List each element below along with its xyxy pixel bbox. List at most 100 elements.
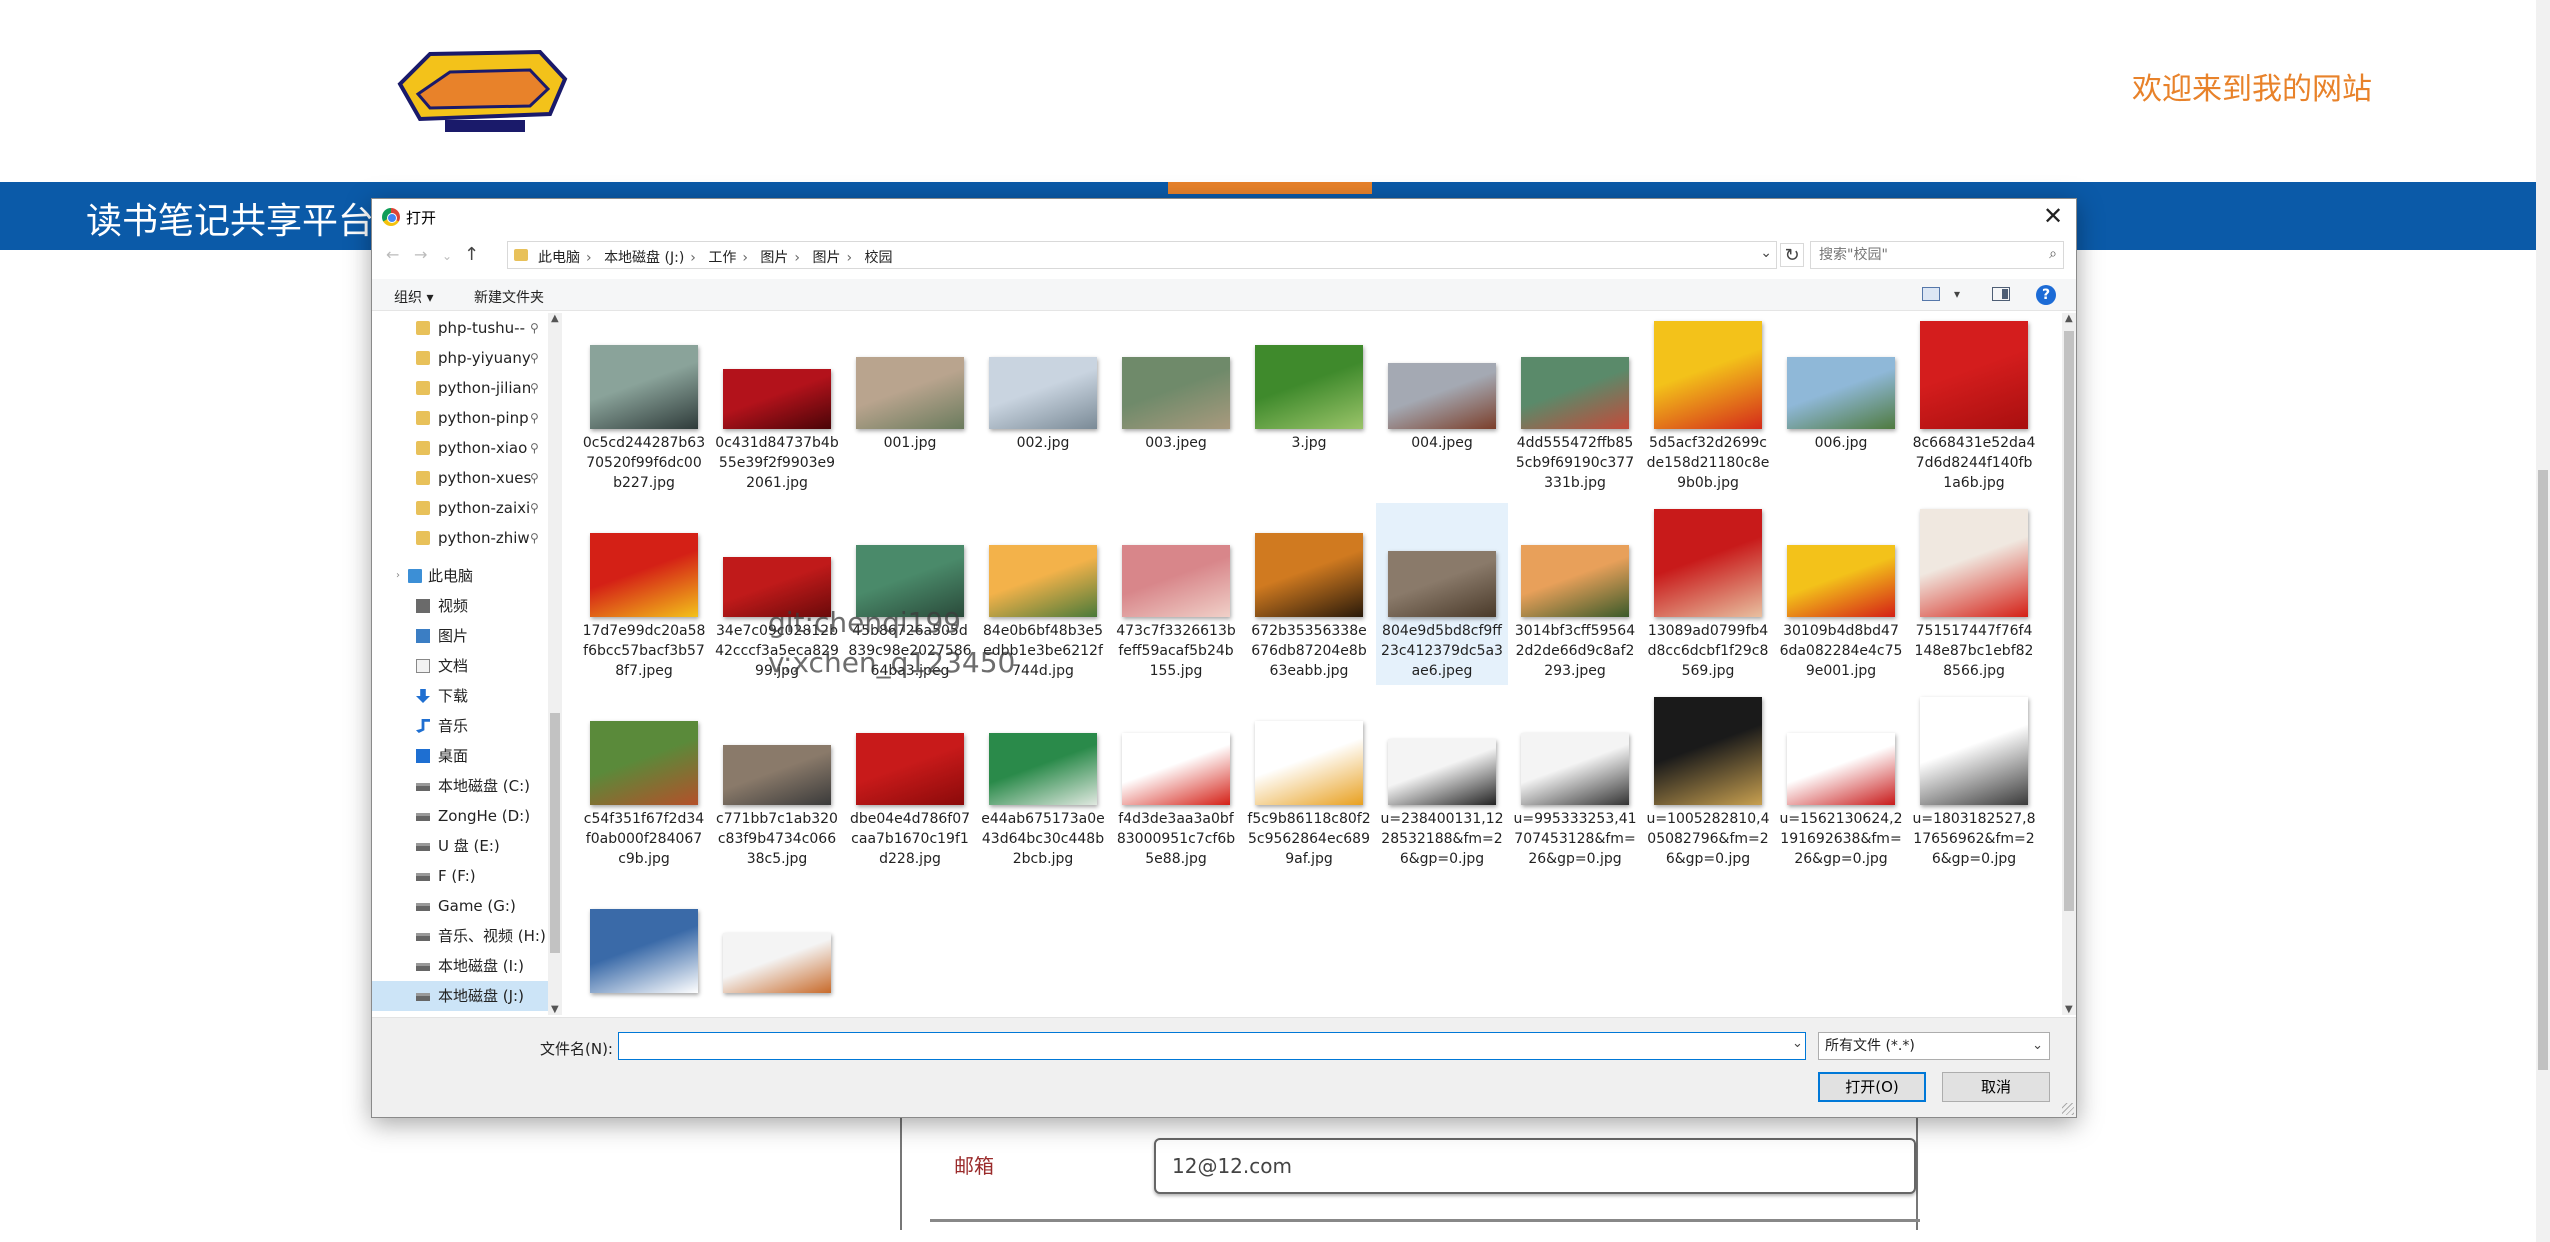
file-item[interactable]: 003.jpeg (1110, 315, 1242, 497)
resize-grip-icon[interactable] (2062, 1103, 2074, 1115)
nav-item[interactable]: ZongHe (D:) (372, 801, 548, 831)
file-item[interactable]: 751517447f76f4148e87bc1ebf828566.jpg (1908, 503, 2040, 685)
chevron-down-icon[interactable]: ⌄ (1760, 245, 1772, 261)
navigation-scroll-thumb[interactable] (550, 713, 560, 953)
file-item[interactable]: e44ab675173a0e43d64bc30c448b2bcb.jpg (977, 691, 1109, 873)
chevron-down-icon[interactable]: ⌄ (2032, 1033, 2043, 1059)
file-item[interactable]: 804e9d5bd8cf9ff23c412379dc5a3ae6.jpeg (1376, 503, 1508, 685)
file-item[interactable]: 473c7f3326613bfeff59acaf5b24b155.jpg (1110, 503, 1242, 685)
search-input[interactable] (1819, 243, 2039, 267)
scroll-down-icon[interactable]: ▼ (2065, 1004, 2073, 1015)
file-item[interactable]: c54f351f67f2d34f0ab000f284067c9b.jpg (578, 691, 710, 873)
page-scroll-thumb[interactable] (2538, 470, 2548, 1070)
scroll-up-icon[interactable]: ▲ (551, 313, 559, 324)
nav-item[interactable]: Game (G:) (372, 891, 548, 921)
file-item[interactable]: 34e7c09c02812b42cccf3a5eca82999.jpg (711, 503, 843, 685)
refresh-icon[interactable]: ↻ (1780, 243, 1804, 267)
nav-item[interactable]: 音乐 (372, 711, 548, 741)
expand-chevron-icon[interactable]: › (396, 561, 400, 591)
nav-item[interactable]: 下载 (372, 681, 548, 711)
forward-arrow-icon[interactable]: → (414, 245, 427, 264)
file-item[interactable]: 30109b4d8bd476da082284e4c759e001.jpg (1775, 503, 1907, 685)
breadcrumb-item[interactable]: 图片 (812, 250, 840, 266)
file-item[interactable]: dbe04e4d786f07caa7b1670c19f1d228.jpg (844, 691, 976, 873)
nav-item[interactable]: python-jilian ⚲ (372, 373, 548, 403)
file-grid-scroll-thumb[interactable] (2064, 331, 2074, 911)
breadcrumb-separator-icon[interactable]: › (846, 250, 852, 266)
nav-item[interactable]: python-xiao ⚲ (372, 433, 548, 463)
file-item[interactable]: 672b35356338e676db87204e8b63eabb.jpg (1243, 503, 1375, 685)
nav-item[interactable]: php-tushu-- ⚲ (372, 313, 548, 343)
file-item[interactable]: 84e0b6bf48b3e5edbb1e3be6212f744d.jpg (977, 503, 1109, 685)
nav-item[interactable]: 本地磁盘 (C:) (372, 771, 548, 801)
file-item[interactable]: u=1005282810,405082796&fm=26&gp=0.jpg (1642, 691, 1774, 873)
breadcrumb-separator-icon[interactable]: › (742, 250, 748, 266)
nav-item[interactable]: python-zaixi ⚲ (372, 493, 548, 523)
nav-item[interactable]: 图片 (372, 621, 548, 651)
breadcrumb-separator-icon[interactable]: › (794, 250, 800, 266)
file-item[interactable]: 002.jpg (977, 315, 1109, 497)
nav-item[interactable]: 文档 (372, 651, 548, 681)
scroll-down-icon[interactable]: ▼ (551, 1004, 559, 1015)
breadcrumb-separator-icon[interactable]: › (586, 250, 592, 266)
file-item[interactable]: 8c668431e52da47d6d8244f140fb1a6b.jpg (1908, 315, 2040, 497)
dialog-titlebar[interactable]: 打开 ✕ (372, 199, 2076, 233)
view-mode-icon[interactable] (1922, 287, 1940, 301)
file-item[interactable]: 0c431d84737b4b55e39f2f9903e92061.jpg (711, 315, 843, 497)
up-arrow-icon[interactable]: ↑ (464, 244, 479, 265)
nav-item[interactable]: python-zhiw ⚲ (372, 523, 548, 553)
view-mode-chevron-icon[interactable]: ▾ (1954, 287, 1960, 301)
nav-item[interactable]: F (F:) (372, 861, 548, 891)
file-item[interactable]: u=1562130624,2191692638&fm=26&gp=0.jpg (1775, 691, 1907, 873)
breadcrumb-item[interactable]: 此电脑 (538, 250, 580, 266)
nav-item[interactable]: python-pinp ⚲ (372, 403, 548, 433)
nav-item[interactable]: 本地磁盘 (I:) (372, 951, 548, 981)
file-item[interactable]: u=238400131,1228532188&fm=26&gp=0.jpg (1376, 691, 1508, 873)
file-item[interactable]: u=995333253,41707453128&fm=26&gp=0.jpg (1509, 691, 1641, 873)
filename-chevron-down-icon[interactable]: ⌄ (1792, 1036, 1803, 1051)
organize-menu-button[interactable]: 组织 ▾ (394, 287, 433, 307)
file-grid-scrollbar[interactable]: ▲ ▼ (2062, 313, 2076, 1015)
file-item[interactable]: c771bb7c1ab320c83f9b4734c06638c5.jpg (711, 691, 843, 873)
nav-item[interactable]: 视频 (372, 591, 548, 621)
file-item[interactable]: u=1803182527,817656962&fm=26&gp=0.jpg (1908, 691, 2040, 873)
new-folder-button[interactable]: 新建文件夹 (474, 287, 544, 307)
navigation-scrollbar[interactable]: ▲ ▼ (548, 313, 562, 1015)
back-arrow-icon[interactable]: ← (386, 245, 399, 264)
file-item[interactable]: f4d3de3aa3a0bf83000951c7cf6b5e88.jpg (1110, 691, 1242, 873)
cancel-button[interactable]: 取消 (1942, 1072, 2050, 1102)
breadcrumb-item[interactable]: 本地磁盘 (J:) (604, 250, 684, 266)
file-item[interactable]: 45b86726a505d839c98e202758664ba3.jpeg (844, 503, 976, 685)
address-bar[interactable]: 此电脑 › 本地磁盘 (J:) › 工作 › 图片 › 图片 › 校园 ⌄ (507, 241, 1777, 269)
nav-item[interactable]: › 此电脑 (372, 561, 548, 591)
breadcrumb-item[interactable]: 工作 (708, 250, 736, 266)
nav-item[interactable]: php-yiyuany ⚲ (372, 343, 548, 373)
nav-item[interactable]: 桌面 (372, 741, 548, 771)
search-field[interactable]: ⌕ (1810, 241, 2064, 269)
scroll-up-icon[interactable]: ▲ (2065, 313, 2073, 324)
file-item[interactable]: 3.jpg (1243, 315, 1375, 497)
file-item[interactable]: 13089ad0799fb4d8cc6dcbf1f29c8569.jpg (1642, 503, 1774, 685)
open-button[interactable]: 打开(O) (1818, 1072, 1926, 1102)
help-icon[interactable]: ? (2036, 285, 2056, 305)
filename-input[interactable] (618, 1032, 1806, 1060)
close-icon[interactable]: ✕ (2038, 201, 2068, 231)
email-field[interactable]: 12@12.com (1154, 1138, 1916, 1194)
file-item[interactable]: 5d5acf32d2699cde158d21180c8e9b0b.jpg (1642, 315, 1774, 497)
file-item[interactable]: 0c5cd244287b6370520f99f6dc00b227.jpg (578, 315, 710, 497)
file-item[interactable]: 4dd555472ffb855cb9f69190c377331b.jpg (1509, 315, 1641, 497)
breadcrumb-separator-icon[interactable]: › (690, 250, 696, 266)
breadcrumb-item[interactable]: 图片 (760, 250, 788, 266)
file-item[interactable]: 3014bf3cff595642d2de66d9c8af2293.jpeg (1509, 503, 1641, 685)
nav-item[interactable]: U 盘 (E:) (372, 831, 548, 861)
file-type-select[interactable]: 所有文件 (*.*) ⌄ (1818, 1032, 2050, 1060)
file-item[interactable] (578, 879, 710, 1015)
page-scrollbar[interactable] (2536, 0, 2550, 1242)
preview-pane-icon[interactable] (1992, 287, 2010, 301)
nav-item[interactable]: 音乐、视频 (H:) (372, 921, 548, 951)
nav-item[interactable]: python-xues ⚲ (372, 463, 548, 493)
file-item[interactable]: 006.jpg (1775, 315, 1907, 497)
nav-item[interactable]: 本地磁盘 (J:) (372, 981, 548, 1011)
file-item[interactable]: 004.jpeg (1376, 315, 1508, 497)
breadcrumb-item[interactable]: 校园 (865, 250, 893, 266)
